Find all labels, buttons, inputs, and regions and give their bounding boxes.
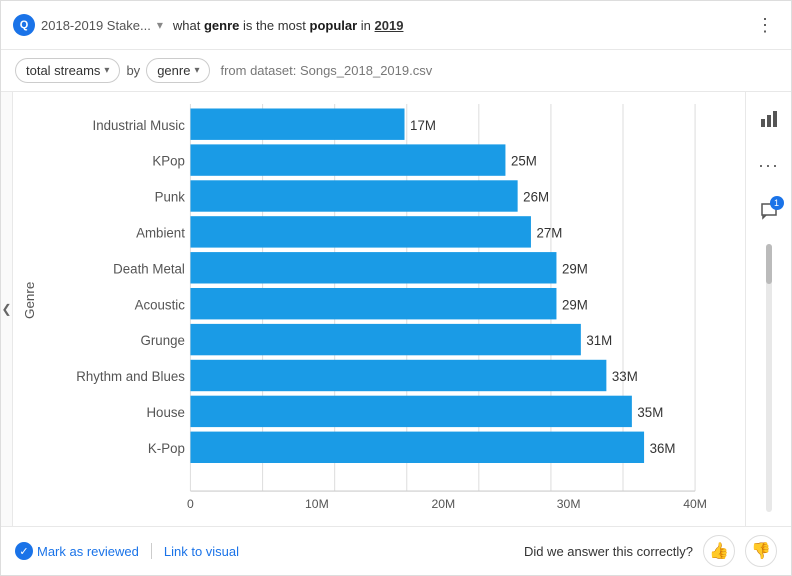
query-popular-keyword: popular (310, 18, 358, 33)
svg-text:Grunge: Grunge (141, 333, 185, 348)
bar-house[interactable] (190, 396, 631, 427)
footer-left: ✓ Mark as reviewed Link to visual (15, 542, 239, 560)
breadcrumb: 2018-2019 Stake... (41, 18, 151, 33)
svg-text:30M: 30M (557, 497, 581, 511)
dimension-label: genre (157, 63, 190, 78)
bar-punk[interactable] (190, 180, 517, 211)
svg-text:40M: 40M (683, 497, 707, 511)
svg-text:Rhythm and Blues: Rhythm and Blues (76, 369, 185, 384)
main-content: ❮ 17M (1, 92, 791, 526)
svg-text:29M: 29M (562, 297, 588, 312)
breadcrumb-chevron-icon[interactable]: ▾ (157, 18, 163, 32)
query-year: 2019 (375, 18, 404, 33)
mark-as-reviewed-button[interactable]: Mark as reviewed (37, 544, 139, 559)
bar-industrial-music[interactable] (190, 108, 404, 139)
thumbs-down-button[interactable]: 👎 (745, 535, 777, 567)
collapse-icon: ❮ (1, 302, 11, 316)
link-to-visual-button[interactable]: Link to visual (164, 544, 239, 559)
comments-badge: 1 (770, 196, 784, 210)
footer-right: Did we answer this correctly? 👍 👎 (524, 535, 777, 567)
answer-question-label: Did we answer this correctly? (524, 544, 693, 559)
bar-rhythm-blues[interactable] (190, 360, 606, 391)
svg-text:Death Metal: Death Metal (113, 261, 185, 276)
header: Q 2018-2019 Stake... ▾ what genre is the… (1, 1, 791, 50)
svg-text:35M: 35M (637, 405, 663, 420)
header-left: Q 2018-2019 Stake... ▾ what genre is the… (13, 14, 751, 36)
more-icon: ··· (758, 155, 779, 176)
svg-text:33M: 33M (612, 369, 638, 384)
svg-text:K-Pop: K-Pop (148, 441, 185, 456)
by-label: by (126, 63, 140, 78)
svg-text:House: House (146, 405, 184, 420)
metric-selector[interactable]: total streams ▾ (15, 58, 120, 83)
svg-text:36M: 36M (650, 441, 676, 456)
main-card: Q 2018-2019 Stake... ▾ what genre is the… (0, 0, 792, 576)
header-right: ⋮ (751, 11, 779, 39)
chart-svg: 17M Industrial Music 25M KPop 26M Punk 2… (13, 104, 745, 526)
bar-k-pop[interactable] (190, 432, 644, 463)
query-genre-keyword: genre (204, 18, 239, 33)
bar-ambient[interactable] (190, 216, 530, 247)
svg-text:KPop: KPop (152, 154, 185, 169)
svg-text:10M: 10M (305, 497, 329, 511)
controls-bar: total streams ▾ by genre ▾ from dataset:… (1, 50, 791, 92)
dimension-selector[interactable]: genre ▾ (146, 58, 210, 83)
scrollbar-track (766, 244, 772, 512)
scrollbar-thumb[interactable] (766, 244, 772, 284)
footer-divider (151, 543, 152, 559)
bar-kpop[interactable] (190, 144, 505, 175)
chart-container: 17M Industrial Music 25M KPop 26M Punk 2… (13, 100, 745, 526)
svg-text:Ambient: Ambient (136, 225, 185, 240)
svg-text:0: 0 (187, 497, 194, 511)
svg-text:29M: 29M (562, 261, 588, 276)
svg-text:20M: 20M (431, 497, 455, 511)
more-options-button[interactable]: ··· (752, 148, 786, 182)
svg-text:Punk: Punk (155, 190, 186, 205)
chart-area: 17M Industrial Music 25M KPop 26M Punk 2… (13, 92, 745, 526)
chart-type-button[interactable] (752, 102, 786, 136)
bar-acoustic[interactable] (190, 288, 556, 319)
svg-text:31M: 31M (586, 333, 612, 348)
footer: ✓ Mark as reviewed Link to visual Did we… (1, 526, 791, 575)
dimension-chevron-icon: ▾ (194, 65, 199, 76)
svg-text:Acoustic: Acoustic (135, 297, 186, 312)
query-text: what genre is the most popular in 2019 (173, 18, 404, 33)
svg-text:17M: 17M (410, 118, 436, 133)
svg-text:27M: 27M (536, 225, 562, 240)
bar-death-metal[interactable] (190, 252, 556, 283)
thumbs-down-icon: 👎 (751, 541, 771, 561)
search-icon: Q (13, 14, 35, 36)
kebab-menu-button[interactable]: ⋮ (751, 11, 779, 39)
svg-text:Genre: Genre (22, 282, 37, 319)
right-panel: ··· 1 (745, 92, 791, 526)
bar-grunge[interactable] (190, 324, 580, 355)
thumbs-up-icon: 👍 (709, 541, 729, 561)
svg-text:25M: 25M (511, 154, 537, 169)
sidebar-collapse-button[interactable]: ❮ (1, 92, 13, 526)
svg-text:Industrial Music: Industrial Music (93, 118, 186, 133)
dataset-label: from dataset: Songs_2018_2019.csv (220, 63, 432, 78)
thumbs-up-button[interactable]: 👍 (703, 535, 735, 567)
svg-text:26M: 26M (523, 190, 549, 205)
metric-label: total streams (26, 63, 100, 78)
metric-chevron-icon: ▾ (104, 65, 109, 76)
comments-button[interactable]: 1 (752, 194, 786, 228)
check-icon: ✓ (15, 542, 33, 560)
